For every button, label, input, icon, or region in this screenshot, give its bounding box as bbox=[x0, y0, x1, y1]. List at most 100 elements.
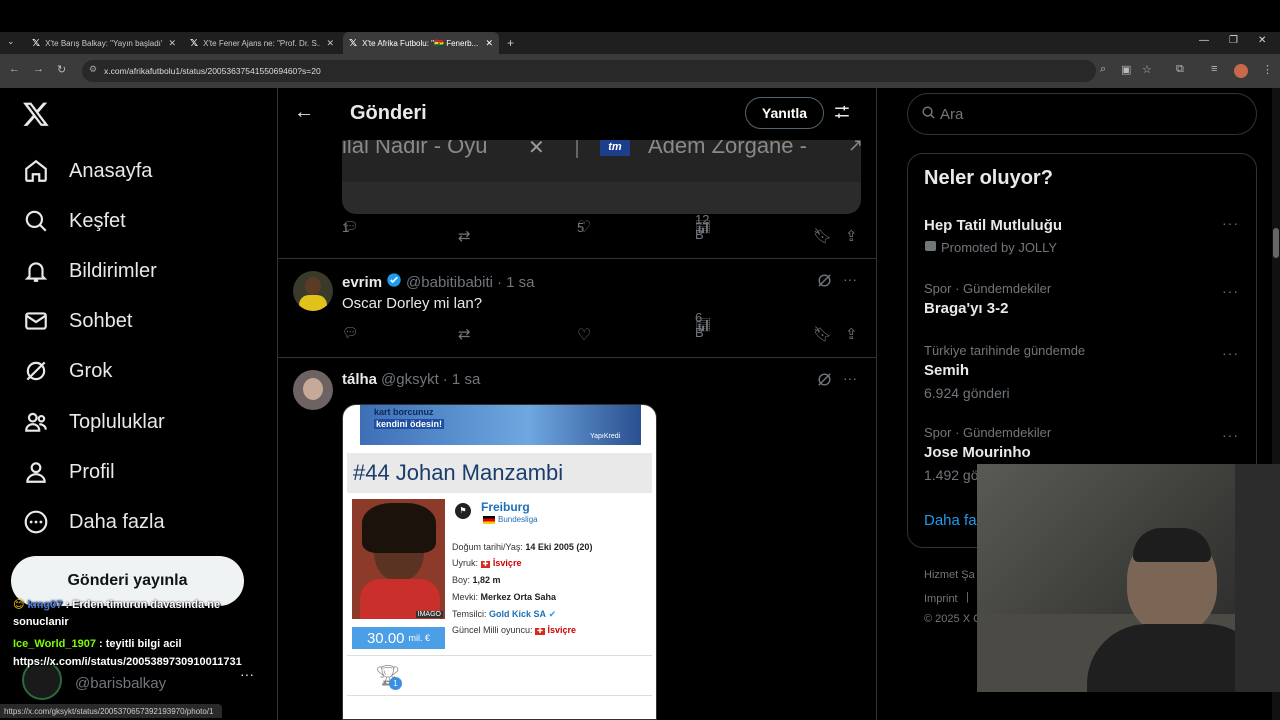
heart-icon[interactable]: ♡ bbox=[577, 325, 591, 345]
nav-item-profile[interactable]: Profil bbox=[22, 456, 115, 488]
player-photo: IMAGO bbox=[352, 499, 445, 619]
trend-title[interactable]: Jose Mourinho bbox=[924, 444, 1031, 461]
back-arrow-icon[interactable]: ← bbox=[294, 101, 314, 124]
zoom-icon[interactable]: ⌕ bbox=[1100, 63, 1106, 76]
reload-icon[interactable]: ↻ bbox=[57, 63, 66, 76]
trophy-count: 1 bbox=[389, 677, 402, 690]
bookmark-icon[interactable]: 🔖︎ bbox=[813, 227, 832, 245]
share-icon[interactable]: ⇪ bbox=[845, 227, 858, 245]
embedded-close-icon: ✕ bbox=[528, 140, 545, 159]
user-handle[interactable]: @gksykt bbox=[381, 371, 439, 388]
bell-icon bbox=[22, 257, 50, 285]
trend-promoted-label: Promoted by JOLLY bbox=[941, 240, 1058, 255]
filter-sliders-icon[interactable] bbox=[833, 103, 851, 126]
image-credit: IMAGO bbox=[415, 611, 443, 618]
share-icon[interactable]: ⇪ bbox=[845, 325, 858, 343]
x-logo-icon[interactable] bbox=[22, 100, 50, 133]
profile-avatar-icon[interactable] bbox=[1234, 64, 1248, 78]
club-crest-icon: ⚑ bbox=[455, 503, 471, 519]
market-value: 30.00 bbox=[366, 629, 405, 647]
close-window-icon[interactable]: ✕ bbox=[1258, 35, 1266, 46]
trend-more-icon[interactable]: ··· bbox=[1222, 427, 1239, 443]
tab-title: X'te Barış Balkay: "Yayın başladı" bbox=[45, 38, 163, 48]
embedded-badge: tm bbox=[600, 140, 630, 156]
more-options-icon[interactable]: ··· bbox=[843, 271, 857, 287]
show-more-link[interactable]: Daha fa bbox=[924, 512, 977, 529]
tab-strip: ⌄ 𝕏 X'te Barış Balkay: "Yayın başladı" ✕… bbox=[0, 32, 1280, 54]
nav-item-grok[interactable]: Grok bbox=[22, 355, 112, 387]
reply-2-header: tálha @gksykt · 1 sa bbox=[342, 371, 480, 388]
reply-button[interactable]: Yanıtla bbox=[745, 97, 824, 129]
back-icon[interactable]: ← bbox=[9, 63, 20, 75]
user-handle[interactable]: @babitibabiti bbox=[406, 274, 493, 291]
display-name[interactable]: evrim bbox=[342, 274, 382, 291]
trend-title[interactable]: Semih bbox=[924, 362, 969, 379]
trend-more-icon[interactable]: ··· bbox=[1222, 215, 1239, 231]
grok-explain-icon[interactable] bbox=[816, 371, 833, 393]
market-value-badge: 30.00 mil. € bbox=[352, 627, 445, 649]
tab-list-icon[interactable]: ⌄ bbox=[7, 36, 15, 47]
nav-item-home[interactable]: Anasayfa bbox=[22, 155, 152, 187]
player-heading: #44 Johan Manzambi bbox=[347, 453, 652, 493]
more-options-icon[interactable]: ··· bbox=[843, 370, 857, 386]
display-name[interactable]: tálha bbox=[342, 371, 377, 388]
reply-icon[interactable]: 💬︎ bbox=[342, 325, 359, 341]
trend-title[interactable]: Braga'yı 3-2 bbox=[924, 300, 1008, 317]
forward-icon[interactable]: → bbox=[33, 63, 44, 75]
tab-title: X'te Afrika Futbolu: "🇬🇭 Fenerb... bbox=[362, 38, 479, 48]
site-info-icon[interactable]: ⚙ bbox=[89, 64, 97, 75]
close-icon[interactable]: ✕ bbox=[485, 38, 493, 49]
timestamp[interactable]: · 1 sa bbox=[497, 274, 535, 291]
nav-item-messages[interactable]: Sohbet bbox=[22, 305, 132, 337]
trend-category: Türkiye tarihinde gündemde bbox=[924, 343, 1086, 358]
grok-explain-icon[interactable] bbox=[816, 272, 833, 294]
nav-label: Topluluklar bbox=[69, 410, 165, 433]
footer-imprint-link[interactable]: Imprint bbox=[924, 593, 958, 605]
tab-3-active[interactable]: 𝕏 X'te Afrika Futbolu: "🇬🇭 Fenerb... ✕ bbox=[343, 32, 499, 54]
bookmark-star-icon[interactable]: ☆ bbox=[1142, 63, 1152, 76]
account-more-icon[interactable]: ··· bbox=[240, 666, 254, 682]
new-tab-icon[interactable]: + bbox=[507, 36, 514, 50]
extensions-icon[interactable]: ⧉ bbox=[1176, 63, 1184, 76]
embedded-right-text: Adem Zorgane - bbox=[648, 140, 807, 158]
install-icon[interactable]: ▣ bbox=[1121, 63, 1131, 76]
close-icon[interactable]: ✕ bbox=[326, 38, 334, 49]
trend-category: Spor · Gündemdekiler bbox=[924, 425, 1052, 440]
trend-more-icon[interactable]: ··· bbox=[1222, 345, 1239, 361]
trend-title[interactable]: Hep Tatil Mutluluğu bbox=[924, 217, 1062, 234]
nav-item-more[interactable]: Daha fazla bbox=[22, 506, 165, 538]
grok-icon bbox=[22, 357, 50, 385]
avatar[interactable] bbox=[293, 370, 333, 410]
reading-list-icon[interactable]: ≡ bbox=[1211, 63, 1217, 75]
trend-more-icon[interactable]: ··· bbox=[1222, 283, 1239, 299]
nav-item-notifications[interactable]: Bildirimler bbox=[22, 255, 157, 287]
chat-line-4: https://x.com/i/status/20053897309100117… bbox=[13, 656, 242, 668]
league-name: Bundesliga bbox=[498, 515, 538, 524]
embedded-image[interactable]: ilal Nadir - Oyu ✕ tm Adem Zorgane - ↗ bbox=[342, 140, 861, 214]
maximize-icon[interactable]: ❐ bbox=[1229, 35, 1238, 46]
timestamp[interactable]: · 1 sa bbox=[443, 371, 481, 388]
tab-title: X'te Fener Ajans ne: "Prof. Dr. S... bbox=[203, 38, 321, 48]
avatar[interactable] bbox=[293, 271, 333, 311]
repost-icon[interactable]: ⇄ bbox=[458, 227, 471, 245]
footer-terms-link[interactable]: Hizmet Şa bbox=[924, 569, 975, 581]
tab-2[interactable]: 𝕏 X'te Fener Ajans ne: "Prof. Dr. S... ✕ bbox=[184, 32, 340, 54]
tab-1[interactable]: 𝕏 X'te Barış Balkay: "Yayın başladı" ✕ bbox=[26, 32, 182, 54]
close-icon[interactable]: ✕ bbox=[168, 38, 176, 49]
nav-label: Keşfet bbox=[69, 209, 126, 232]
trends-title: Neler oluyor? bbox=[924, 167, 1053, 189]
nav-label: Profil bbox=[69, 460, 115, 483]
verified-badge-icon bbox=[386, 272, 402, 293]
bookmark-icon[interactable]: 🔖︎ bbox=[813, 325, 832, 343]
search-input[interactable]: Ara bbox=[907, 93, 1257, 135]
divider bbox=[278, 357, 876, 358]
nav-item-explore[interactable]: Keşfet bbox=[22, 205, 126, 237]
minimize-icon[interactable]: — bbox=[1199, 35, 1209, 46]
repost-icon[interactable]: ⇄ bbox=[458, 325, 471, 343]
home-icon bbox=[22, 157, 50, 185]
nav-item-communities[interactable]: Topluluklar bbox=[22, 406, 165, 438]
menu-kebab-icon[interactable]: ⋮ bbox=[1262, 63, 1273, 76]
url-field[interactable]: ⚙ x.com/afrikafutbolu1/status/2005363754… bbox=[82, 60, 1096, 82]
club-name: Freiburg bbox=[481, 500, 530, 514]
attached-photo[interactable]: kart borcunuz kendini ödesin! YapıKredi … bbox=[342, 404, 657, 720]
